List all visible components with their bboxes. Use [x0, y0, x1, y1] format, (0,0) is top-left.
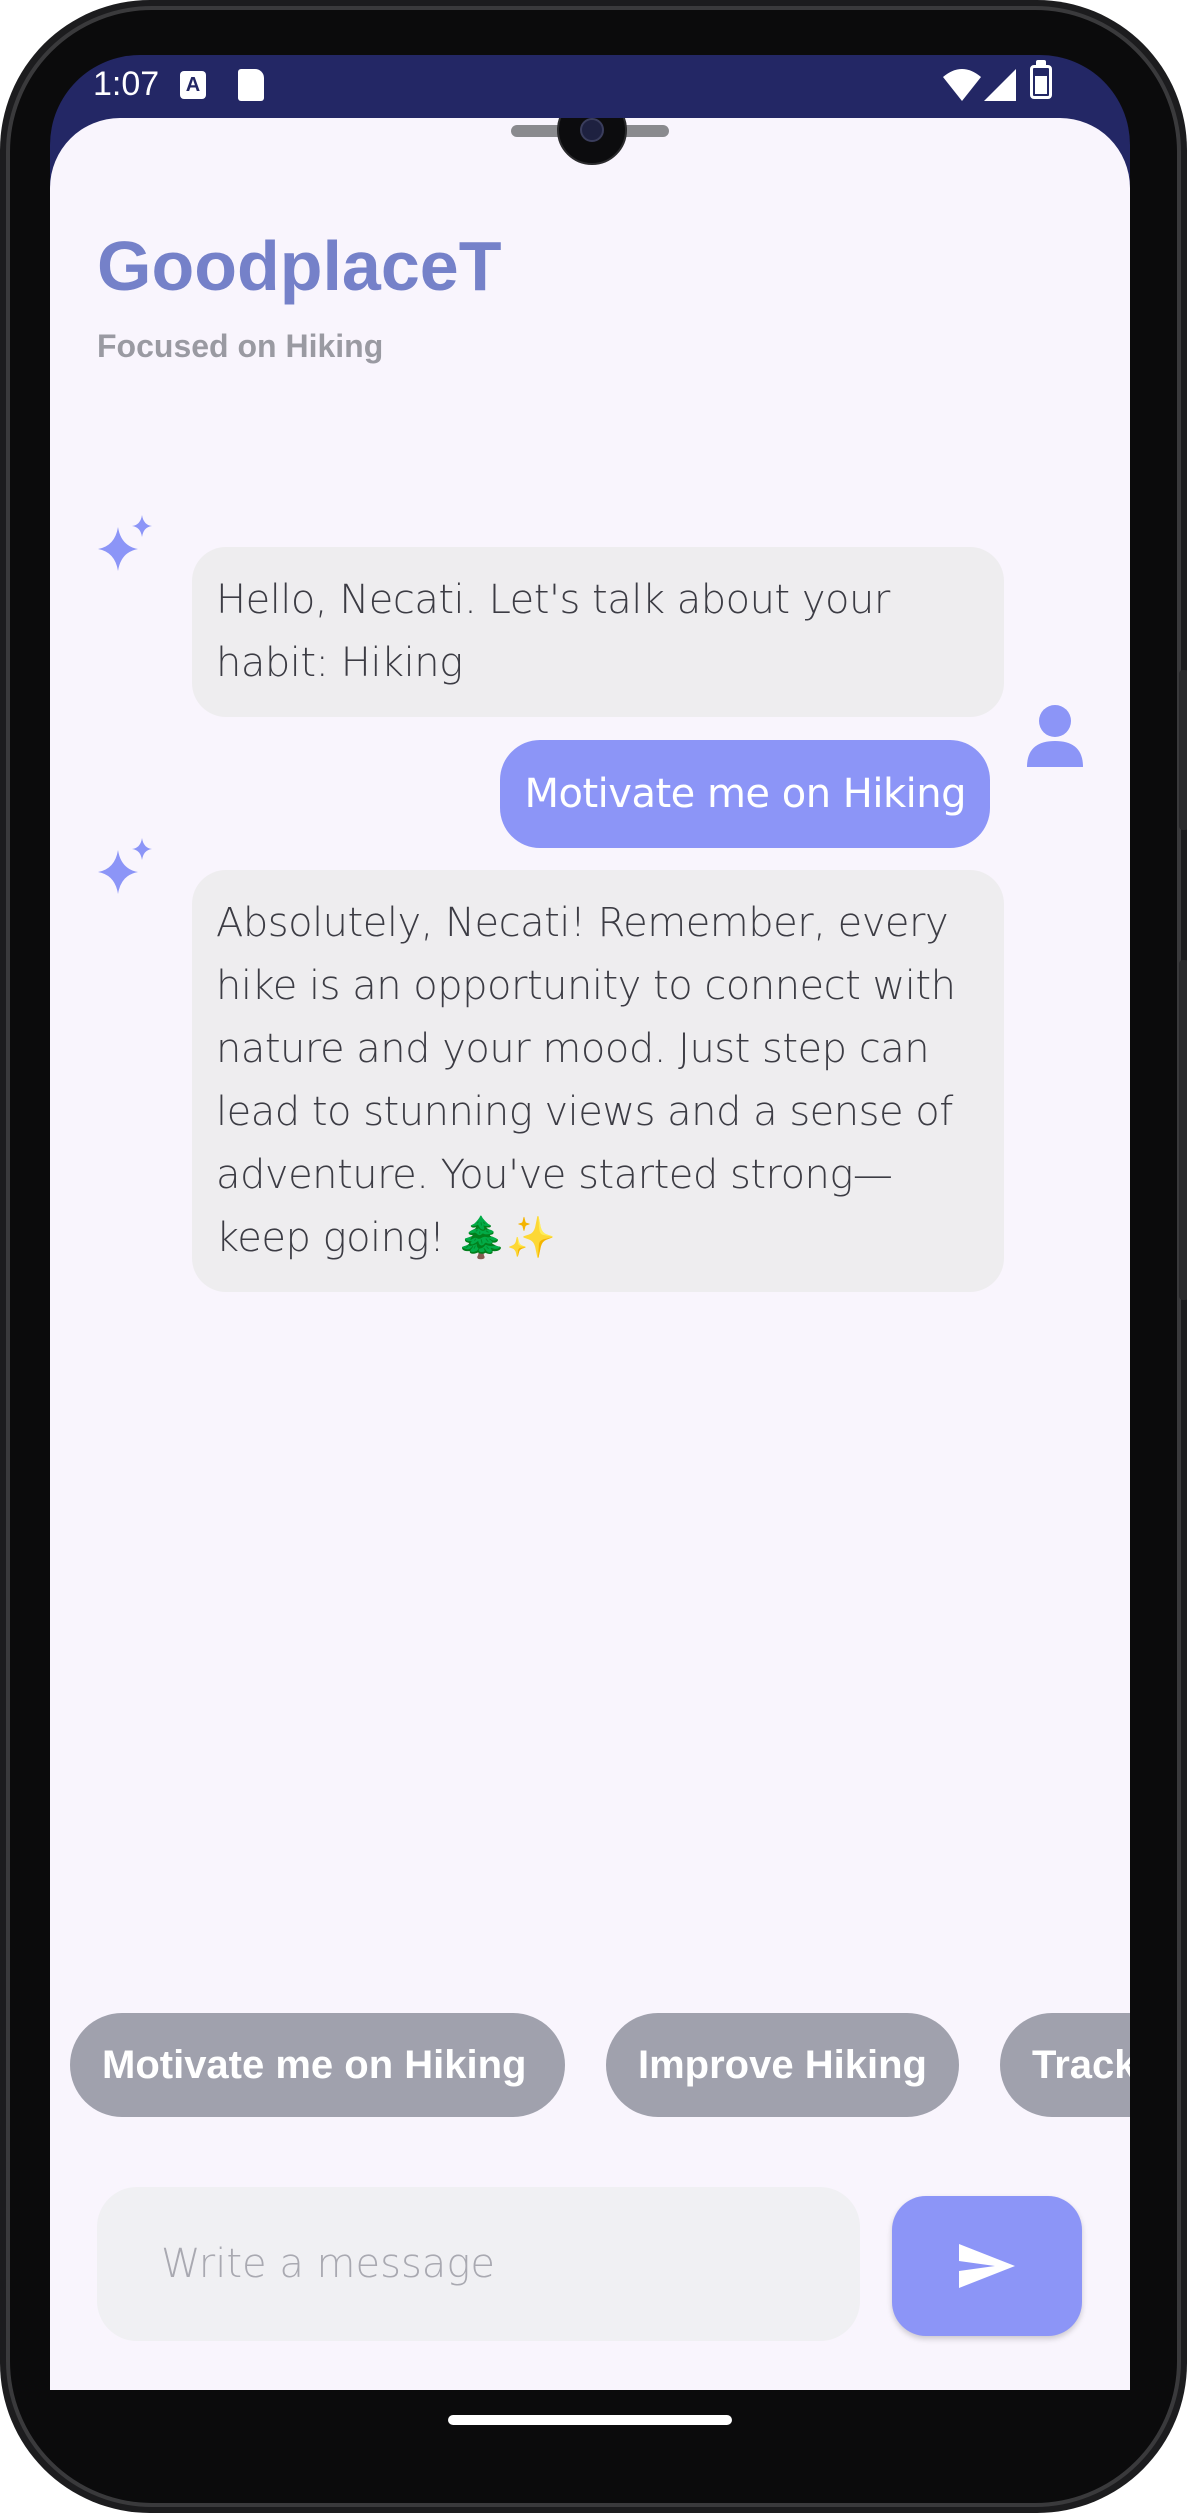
page-subtitle: Focused on Hiking: [97, 328, 384, 364]
screen: 1:07 A GoodplaceT Focused on Hiking Hell…: [50, 55, 1130, 2390]
sparkle-icon: [98, 838, 152, 894]
send-icon: [959, 2244, 1015, 2288]
sparkle-icon: [98, 515, 152, 571]
user-message: Motivate me on Hiking: [500, 740, 990, 848]
page-title: GoodplaceT: [97, 227, 502, 305]
person-icon: [1027, 705, 1083, 767]
ai-message: Absolutely, Necati! Remember, every hike…: [192, 870, 1004, 1292]
phone-frame: 1:07 A GoodplaceT Focused on Hiking Hell…: [0, 0, 1187, 2513]
status-time: 1:07: [93, 65, 160, 103]
power-button: [1179, 960, 1187, 1300]
battery-icon: [1030, 60, 1052, 99]
front-camera: [557, 118, 627, 165]
sd-card-icon: [238, 69, 264, 101]
message-field[interactable]: [97, 2187, 860, 2341]
message-input[interactable]: [97, 2187, 860, 2341]
send-button[interactable]: [892, 2196, 1082, 2336]
signal-icon: [984, 69, 1016, 101]
suggestion-chip-track[interactable]: Track: [1000, 2013, 1130, 2117]
status-bar: 1:07 A: [50, 55, 1130, 118]
keyboard-a-icon: A: [180, 71, 206, 99]
wifi-icon: [943, 69, 981, 101]
suggestion-chip-improve[interactable]: Improve Hiking: [606, 2013, 959, 2117]
suggestion-chip-motivate[interactable]: Motivate me on Hiking: [70, 2013, 565, 2117]
home-indicator[interactable]: [448, 2415, 732, 2425]
ai-message: Hello, Necati. Let's talk about your hab…: [192, 547, 1004, 717]
chat-screen: GoodplaceT Focused on Hiking Hello, Neca…: [50, 118, 1130, 2390]
volume-button: [1179, 670, 1187, 830]
